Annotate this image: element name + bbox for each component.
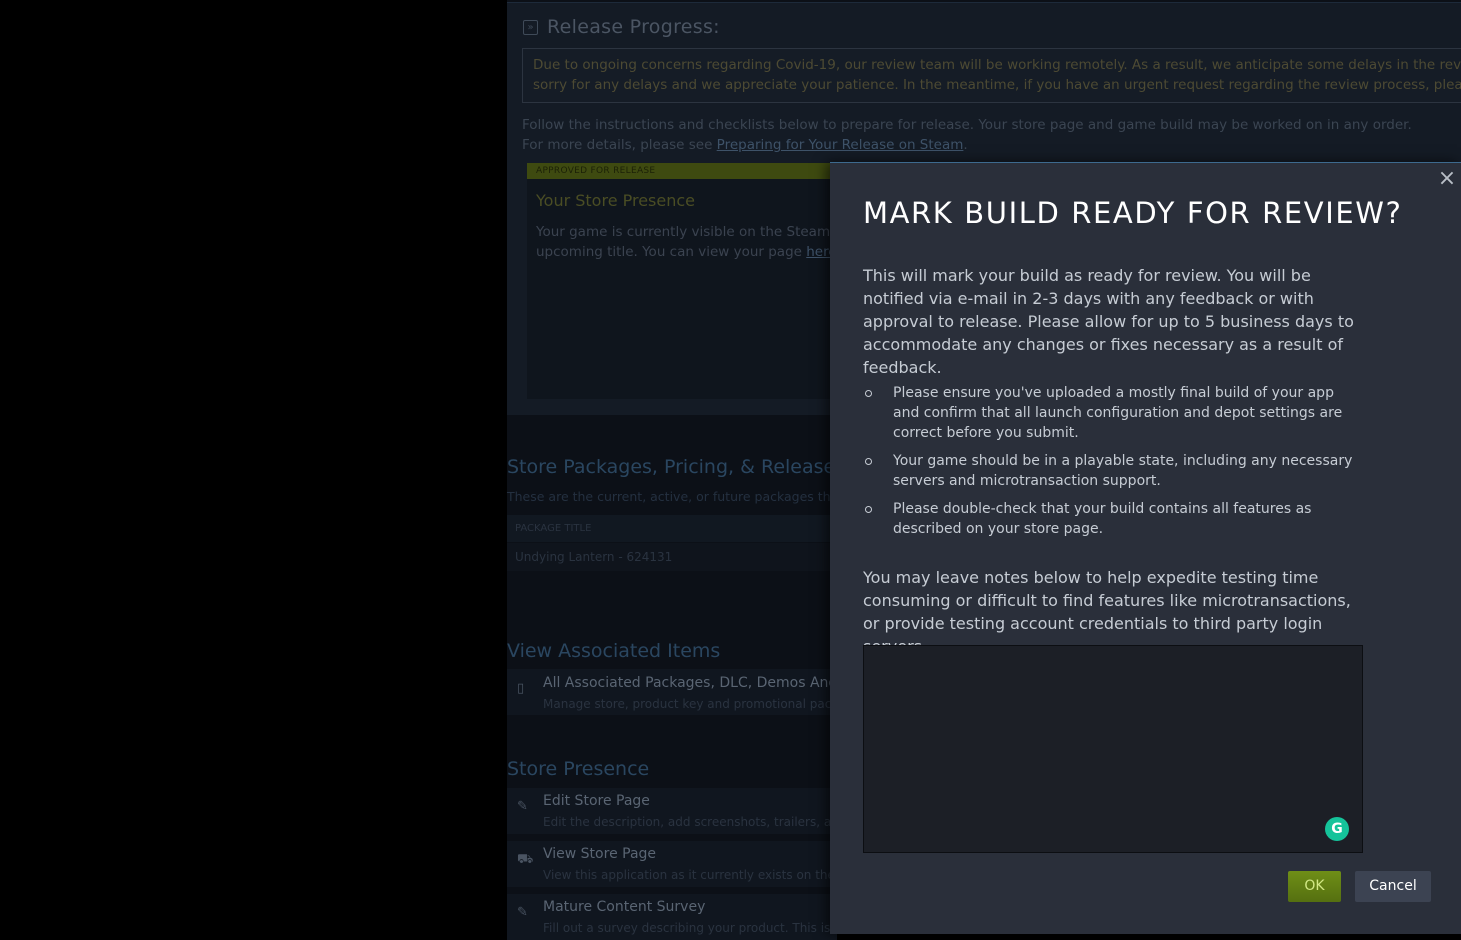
release-progress-title: Release Progress: [547,16,720,38]
close-icon[interactable]: × [1437,168,1457,190]
cart-icon: ⛟ [517,852,534,867]
checklist-item-text: Please double-check that your build cont… [893,501,1312,537]
release-instructions: Follow the instructions and checklists b… [522,115,1412,155]
instructions-line-1: Follow the instructions and checklists b… [522,117,1412,133]
instructions-line-2: For more details, please see Preparing f… [522,135,1412,155]
checklist-item: Your game should be in a playable state,… [863,451,1363,491]
package-title-header: PACKAGE TITLE [507,515,837,542]
package-row[interactable]: Undying Lantern - 624131 [507,543,837,571]
approved-badge: APPROVED FOR RELEASE [527,163,837,179]
instructions-prefix: For more details, please see [522,137,717,153]
covid-notice: Due to ongoing concerns regarding Covid-… [522,48,1461,103]
packages-section-subtitle: These are the current, active, or future… [507,489,844,504]
release-progress-icon: » [523,20,538,35]
associated-item-subtitle: Manage store, product key and promotiona… [543,697,854,711]
checklist-item-text: Your game should be in a playable state,… [893,453,1353,489]
instructions-suffix: . [963,137,968,153]
grammarly-icon[interactable]: G [1325,817,1349,841]
preparing-release-link[interactable]: Preparing for Your Release on Steam [717,137,964,153]
store-card-text: Your game is currently visible on the St… [536,222,843,262]
document-icon: ▯ [517,681,525,696]
modal-title: MARK BUILD READY FOR REVIEW? [863,196,1403,230]
view-store-page-description: View this application as it currently ex… [543,868,852,882]
review-notes-textarea[interactable] [863,645,1363,853]
store-card-line-2-prefix: upcoming title. You can view your page [536,244,807,260]
mature-content-survey-link[interactable]: Mature Content Survey [543,899,705,915]
bullet-icon [865,390,872,397]
notice-line-2: sorry for any delays and we appreciate y… [533,77,1461,93]
packages-section-title: Store Packages, Pricing, & Release [507,456,836,478]
store-card-title: Your Store Presence [536,191,696,210]
checklist-item: Please double-check that your build cont… [863,499,1363,539]
checklist: Please ensure you've uploaded a mostly f… [863,383,1363,547]
associated-item-title[interactable]: All Associated Packages, DLC, Demos And … [543,675,850,691]
bullet-icon [865,506,872,513]
view-store-page-link[interactable]: View Store Page [543,846,656,862]
checklist-item: Please ensure you've uploaded a mostly f… [863,383,1363,443]
edit-icon: ✎ [517,799,528,814]
notice-line-1: Due to ongoing concerns regarding Covid-… [533,57,1461,73]
bullet-icon [865,458,872,465]
associated-section-title: View Associated Items [507,640,721,662]
store-card-line-1: Your game is currently visible on the St… [536,224,843,240]
edit-icon: ✎ [517,905,528,920]
store-presence-section-title: Store Presence [507,758,650,780]
modal-intro-text: This will mark your build as ready for r… [863,266,1354,377]
edit-store-page-description: Edit the description, add screenshots, t… [543,815,853,829]
store-card-line-2: upcoming title. You can view your page h… [536,242,843,262]
ok-button[interactable]: OK [1288,871,1341,902]
checklist-item-text: Please ensure you've uploaded a mostly f… [893,385,1343,441]
mature-content-survey-description: Fill out a survey describing your produc… [543,921,847,935]
cancel-button[interactable]: Cancel [1355,871,1431,902]
edit-store-page-link[interactable]: Edit Store Page [543,793,650,809]
